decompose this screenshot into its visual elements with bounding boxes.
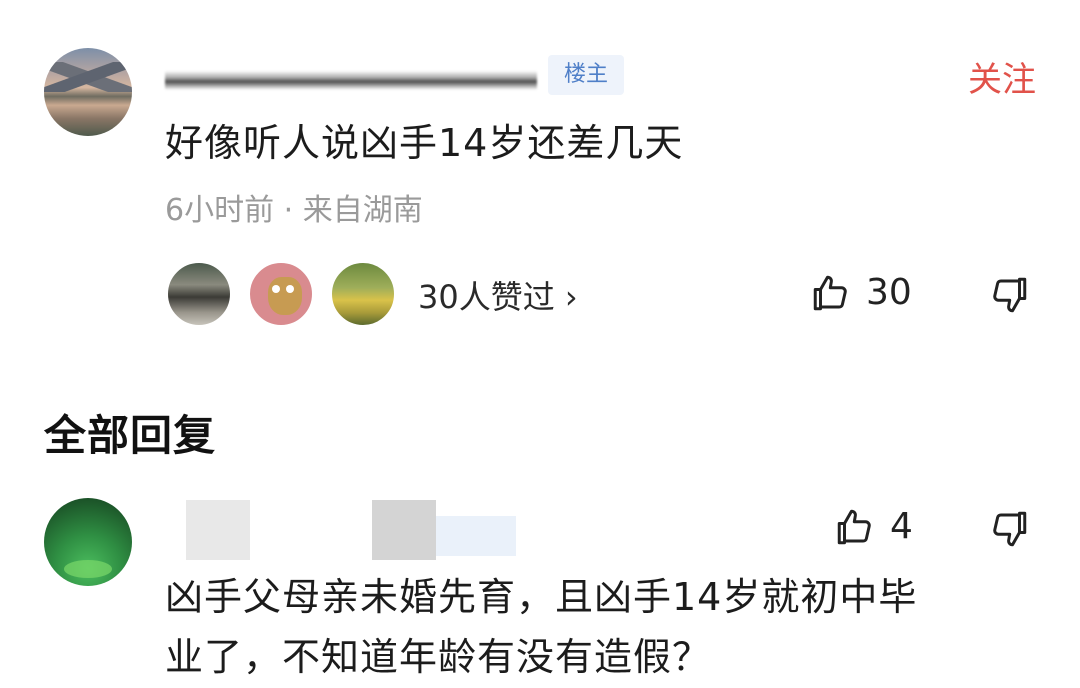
thumbs-up-icon[interactable] xyxy=(810,272,852,314)
reply-like-count: 4 xyxy=(890,506,913,547)
liker-avatar[interactable] xyxy=(330,261,396,327)
avatar-image xyxy=(286,285,294,293)
liker-avatar[interactable] xyxy=(166,261,232,327)
comment-text: 好像听人说凶手14岁还差几天 xyxy=(165,121,684,165)
reply-username-obscured xyxy=(186,500,250,560)
likers-link[interactable]: 30人赞过 › xyxy=(418,272,578,318)
liker-avatar[interactable] xyxy=(248,261,314,327)
commenter-avatar[interactable] xyxy=(44,48,132,136)
avatar-image xyxy=(268,277,302,315)
op-badge: 楼主 xyxy=(548,55,624,95)
reply-text: 凶手父母亲未婚先育，且凶手14岁就初中毕 xyxy=(165,575,918,619)
comment-meta: 6小时前 · 来自湖南 xyxy=(165,193,423,228)
reply-text: 业了，不知道年龄有没有造假？ xyxy=(165,635,712,679)
thumbs-down-icon[interactable] xyxy=(988,274,1030,316)
thumbs-up-icon[interactable] xyxy=(834,506,876,548)
like-count: 30 xyxy=(866,272,912,313)
section-title: 全部回复 xyxy=(44,411,217,460)
username-obscured xyxy=(165,58,537,90)
reply-avatar[interactable] xyxy=(44,498,132,586)
thumbs-down-icon[interactable] xyxy=(988,508,1030,550)
follow-button[interactable]: 关注 xyxy=(968,52,1036,101)
reply-username-obscured xyxy=(372,500,436,560)
avatar-image xyxy=(44,62,132,92)
reply-badge-obscured xyxy=(436,516,516,556)
avatar-image xyxy=(272,285,280,293)
section-title-fade xyxy=(212,418,252,448)
avatar-image xyxy=(64,560,112,578)
